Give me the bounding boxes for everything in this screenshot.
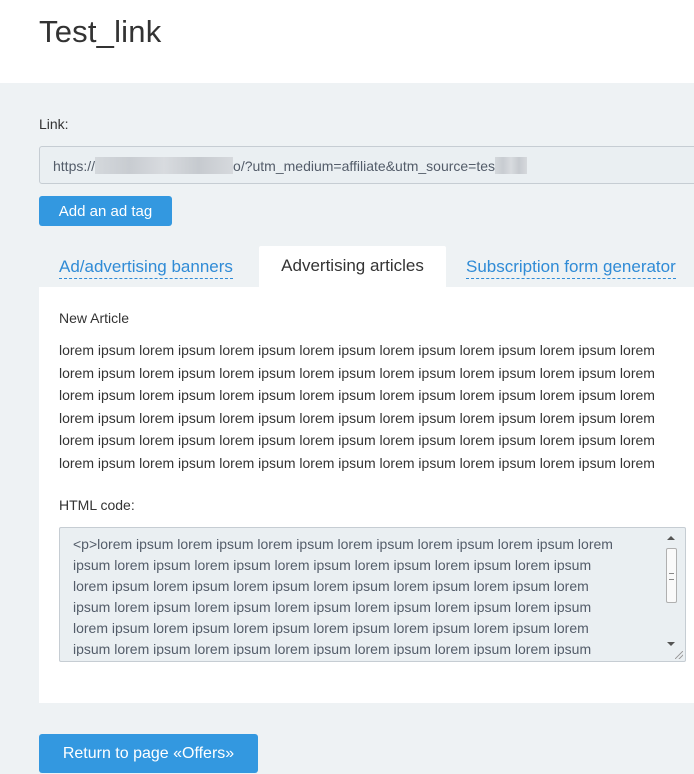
scroll-thumb[interactable] — [666, 548, 677, 603]
link-field[interactable]: https:// o/?utm_medium=affiliate&utm_sour… — [39, 146, 694, 184]
scroll-down-arrow-icon[interactable] — [667, 642, 675, 646]
link-label: Link: — [39, 116, 69, 132]
page-header: Test_link — [0, 0, 694, 83]
article-line: lorem ipsum lorem ipsum lorem ipsum lore… — [59, 342, 655, 358]
tab-label: Subscription form generator — [466, 257, 676, 279]
html-code-text: <p>lorem ipsum lorem ipsum lorem ipsum l… — [73, 534, 658, 656]
redacted-link-part — [95, 157, 234, 175]
page-title: Test_link — [39, 14, 162, 49]
article-line: lorem ipsum lorem ipsum lorem ipsum lore… — [59, 409, 655, 426]
html-code-label: HTML code: — [59, 497, 135, 513]
article-line: lorem ipsum lorem ipsum lorem ipsum lore… — [59, 432, 655, 448]
resize-handle-icon[interactable] — [675, 651, 683, 659]
link-value-middle: o/?utm_medium=affiliate&utm_source=tes — [233, 158, 496, 174]
link-value-prefix: https:// — [53, 158, 96, 174]
article-line: lorem ipsum lorem ipsum lorem ipsum lore… — [59, 454, 655, 471]
scroll-up-arrow-icon[interactable] — [667, 536, 675, 540]
code-line: lorem ipsum lorem ipsum lorem ipsum lore… — [73, 578, 589, 594]
add-ad-tag-button[interactable]: Add an ad tag — [39, 196, 172, 226]
code-line: ipsum lorem ipsum lorem ipsum lorem ipsu… — [73, 641, 592, 656]
html-code-textarea[interactable]: <p>lorem ipsum lorem ipsum lorem ipsum l… — [59, 527, 686, 662]
grip-icon — [669, 573, 674, 580]
tab-panel: New Article lorem ipsum lorem ipsum lore… — [39, 287, 694, 703]
tab-label: Ad/advertising banners — [59, 257, 233, 279]
tab-subscription-form-generator[interactable]: Subscription form generator — [466, 246, 676, 287]
code-line: <p>lorem ipsum lorem ipsum lorem ipsum l… — [73, 536, 613, 552]
article-line: lorem ipsum lorem ipsum lorem ipsum lore… — [59, 364, 655, 381]
redacted-link-part — [495, 157, 528, 175]
article-body: lorem ipsum lorem ipsum lorem ipsum lore… — [59, 339, 689, 474]
textarea-scrollbar[interactable] — [665, 534, 679, 648]
article-title: New Article — [59, 310, 130, 326]
code-line: ipsum lorem ipsum lorem ipsum lorem ipsu… — [73, 557, 592, 573]
return-to-offers-button[interactable]: Return to page «Offers» — [39, 734, 258, 773]
article-line: lorem ipsum lorem ipsum lorem ipsum lore… — [59, 387, 655, 403]
tab-ad-banners[interactable]: Ad/advertising banners — [59, 246, 233, 287]
code-line: ipsum lorem ipsum lorem ipsum lorem ipsu… — [73, 599, 592, 615]
tab-label: Advertising articles — [281, 256, 424, 275]
tab-advertising-articles[interactable]: Advertising articles — [259, 246, 446, 287]
code-line: lorem ipsum lorem ipsum lorem ipsum lore… — [73, 620, 589, 636]
